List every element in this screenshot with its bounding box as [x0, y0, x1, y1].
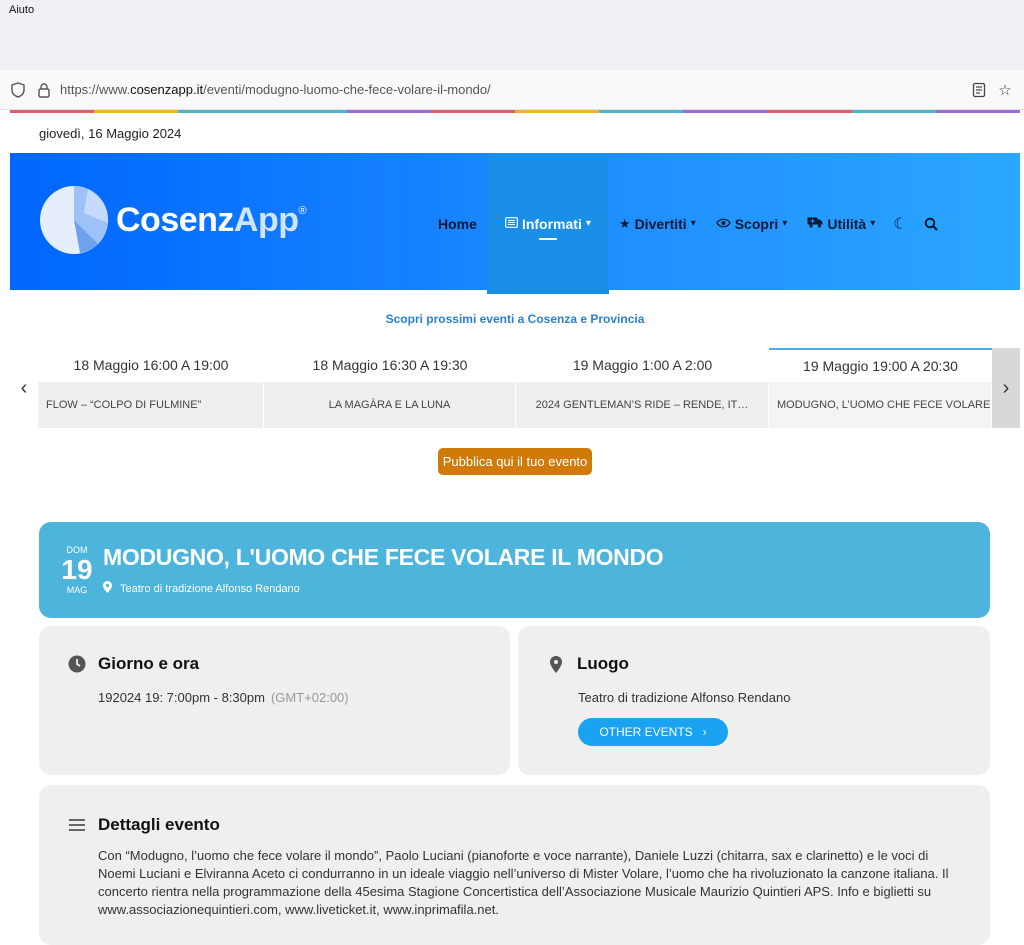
nav-utilita[interactable]: Utilità ▾	[797, 153, 885, 294]
carousel-item[interactable]: 18 Maggio 16:00 A 19:00 FLOW – “COLPO DI…	[38, 348, 264, 428]
chevron-down-icon: ▾	[782, 218, 788, 229]
event-info: MODUGNO, L'UOMO CHE FECE VOLARE IL MONDO…	[103, 544, 664, 596]
event-title: MODUGNO, L'UOMO CHE FECE VOLARE IL MONDO	[103, 544, 664, 570]
publish-wrap: Pubblica qui il tuo evento	[10, 428, 1020, 494]
carousel-item-date: 18 Maggio 16:00 A 19:00	[38, 348, 264, 382]
site-logo[interactable]: CosenzApp®	[40, 183, 307, 257]
current-date: giovedì, 16 Maggio 2024	[39, 125, 182, 141]
site-header: CosenzApp® Home Informati ▾ ★ Divertiti …	[10, 153, 1020, 294]
nav-informati[interactable]: Informati ▾	[486, 153, 609, 294]
main-nav: Home Informati ▾ ★ Divertiti ▾ Scopri ▾	[428, 153, 946, 294]
lock-icon[interactable]	[34, 80, 54, 100]
clock-icon	[68, 655, 86, 673]
logo-wordmark: CosenzApp®	[116, 200, 307, 239]
carousel-prev-button[interactable]: ‹	[10, 348, 38, 428]
other-events-button[interactable]: OTHER EVENTS ›	[578, 718, 728, 746]
when-card: Giorno e ora 192024 19: 7:00pm - 8:30pm(…	[39, 626, 510, 775]
carousel-item-title: LA MAGÀRA E LA LUNA	[264, 382, 516, 428]
event-date: DOM 19 MAG	[57, 545, 97, 595]
where-title: Luogo	[547, 654, 629, 674]
event-month: MAG	[66, 585, 88, 595]
bookmark-star-icon[interactable]: ☆	[994, 79, 1016, 101]
shield-icon[interactable]	[8, 80, 28, 100]
when-time: 192024 19: 7:00pm - 8:30pm (GMT+02:00)	[98, 690, 349, 705]
browser-menubar: Aiuto	[0, 0, 1024, 70]
chevron-down-icon: ▾	[690, 218, 696, 229]
dark-mode-moon-icon[interactable]: ☾	[885, 153, 915, 294]
nav-divertiti[interactable]: ★ Divertiti ▾	[609, 153, 706, 294]
event-header: DOM 19 MAG MODUGNO, L'UOMO CHE FECE VOLA…	[39, 522, 990, 618]
carousel-next-button[interactable]: ›	[992, 348, 1020, 428]
page-content: giovedì, 16 Maggio 2024 CosenzApp® Home …	[10, 113, 1020, 945]
events-carousel: ‹ 18 Maggio 16:00 A 19:00 FLOW – “COLPO …	[10, 348, 1020, 428]
carousel-item-date: 18 Maggio 16:30 A 19:30	[264, 348, 516, 382]
events-subtitle[interactable]: Scopri prossimi eventi a Cosenza e Provi…	[10, 290, 1020, 348]
carousel-item-title: 2024 GENTLEMAN’S RIDE – RENDE, IT…	[516, 382, 769, 428]
chevron-down-icon: ▾	[585, 218, 591, 229]
details-card: Dettagli evento Con “Modugno, l’uomo che…	[39, 785, 990, 945]
map-pin-icon	[103, 581, 112, 596]
address-bar: https://www.cosenzapp.it/eventi/modugno-…	[0, 70, 1024, 110]
carousel-item[interactable]: 19 Maggio 1:00 A 2:00 2024 GENTLEMAN’S R…	[516, 348, 769, 428]
details-text: Con “Modugno, l’uomo che fece volare il …	[98, 848, 949, 917]
carousel-item-date: 19 Maggio 1:00 A 2:00	[516, 348, 769, 382]
carousel-item-title: MODUGNO, L’UOMO CHE FECE VOLARE IL MONDO	[769, 382, 992, 428]
nav-scopri[interactable]: Scopri ▾	[706, 153, 798, 294]
where-card: Luogo Teatro di tradizione Alfonso Renda…	[518, 626, 990, 775]
carousel-item-title: FLOW – “COLPO DI FULMINE”	[38, 382, 264, 428]
newspaper-icon	[505, 216, 518, 231]
carousel-item-date: 19 Maggio 19:00 A 20:30	[769, 348, 992, 382]
ambulance-icon	[807, 216, 823, 231]
carousel-item[interactable]: 18 Maggio 16:30 A 19:30 LA MAGÀRA E LA L…	[264, 348, 516, 428]
publish-event-button[interactable]: Pubblica qui il tuo evento	[437, 447, 593, 475]
carousel-items: 18 Maggio 16:00 A 19:00 FLOW – “COLPO DI…	[38, 348, 992, 428]
star-icon: ★	[618, 215, 631, 231]
url-text[interactable]: https://www.cosenzapp.it/eventi/modugno-…	[60, 82, 964, 97]
list-icon	[68, 816, 86, 834]
menu-aiuto[interactable]: Aiuto	[9, 4, 34, 16]
reader-view-icon[interactable]	[968, 79, 990, 101]
logo-icon	[40, 183, 110, 257]
details-title: Dettagli evento	[68, 815, 220, 835]
eye-icon	[715, 216, 731, 231]
search-icon[interactable]	[916, 153, 946, 294]
when-title: Giorno e ora	[68, 654, 199, 674]
event-day: 19	[61, 554, 93, 585]
where-place: Teatro di tradizione Alfonso Rendano	[578, 690, 791, 705]
chevron-right-icon: ›	[702, 725, 707, 739]
nav-home[interactable]: Home	[428, 153, 487, 294]
carousel-item-current[interactable]: 19 Maggio 19:00 A 20:30 MODUGNO, L’UOMO …	[769, 348, 992, 428]
map-marker-icon	[547, 655, 565, 673]
event-location[interactable]: Teatro di tradizione Alfonso Rendano	[103, 581, 663, 596]
chevron-down-icon: ▾	[870, 218, 876, 229]
